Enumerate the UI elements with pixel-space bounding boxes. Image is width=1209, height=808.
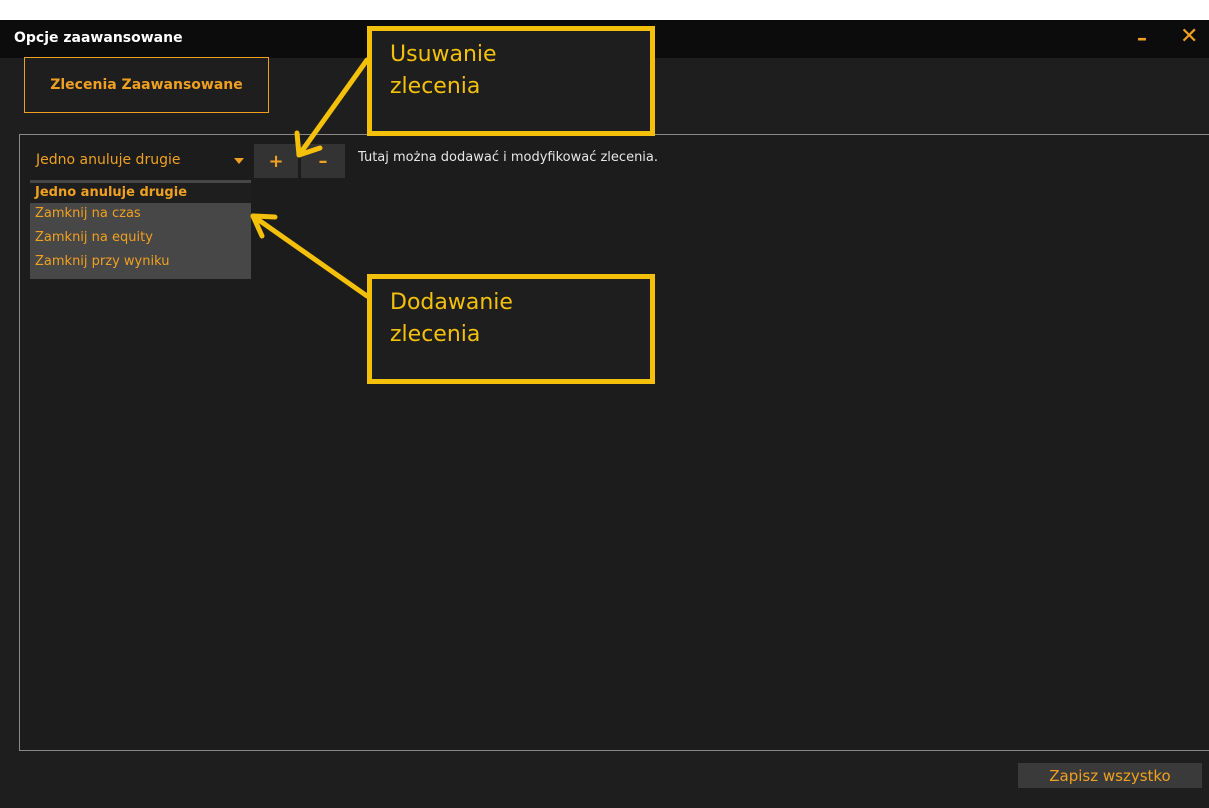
- caret-down-icon: [234, 158, 244, 164]
- plus-icon: +: [268, 150, 284, 172]
- order-type-select-value: Jedno anuluje drugie: [36, 152, 181, 168]
- window-title: Opcje zaawansowane: [14, 30, 183, 46]
- order-type-dropdown-list: Jedno anuluje drugie Zamknij na czas Zam…: [30, 180, 251, 279]
- tab-advanced-orders-label: Zlecenia Zaawansowane: [50, 77, 243, 93]
- add-order-button[interactable]: +: [254, 144, 298, 178]
- minimize-icon[interactable]: –: [1137, 26, 1155, 50]
- annotation-add-order: Dodawanie zlecenia: [367, 274, 655, 384]
- annotation-add-line1: Dodawanie: [390, 290, 513, 315]
- dropdown-option-close-on-equity[interactable]: Zamknij na equity: [30, 228, 251, 248]
- close-icon[interactable]: ✕: [1180, 22, 1202, 52]
- remove-order-button[interactable]: –: [301, 144, 345, 178]
- annotation-remove-line2: zlecenia: [390, 74, 481, 99]
- save-all-button[interactable]: Zapisz wszystko: [1018, 763, 1202, 788]
- tab-advanced-orders[interactable]: Zlecenia Zaawansowane: [24, 57, 269, 113]
- minus-icon: –: [318, 150, 328, 172]
- annotation-remove-line1: Usuwanie: [390, 42, 497, 67]
- annotation-add-line2: zlecenia: [390, 322, 481, 347]
- annotation-remove-order: Usuwanie zlecenia: [367, 26, 655, 136]
- dropdown-option-close-on-time[interactable]: Zamknij na czas: [30, 204, 251, 224]
- save-all-label: Zapisz wszystko: [1049, 766, 1171, 785]
- dropdown-option-close-on-result[interactable]: Zamknij przy wyniku: [30, 252, 251, 272]
- dropdown-option-one-cancels-other[interactable]: Jedno anuluje drugie: [30, 183, 251, 203]
- hint-text: Tutaj można dodawać i modyfikować zlecen…: [358, 150, 659, 165]
- order-type-select[interactable]: Jedno anuluje drugie: [30, 144, 252, 178]
